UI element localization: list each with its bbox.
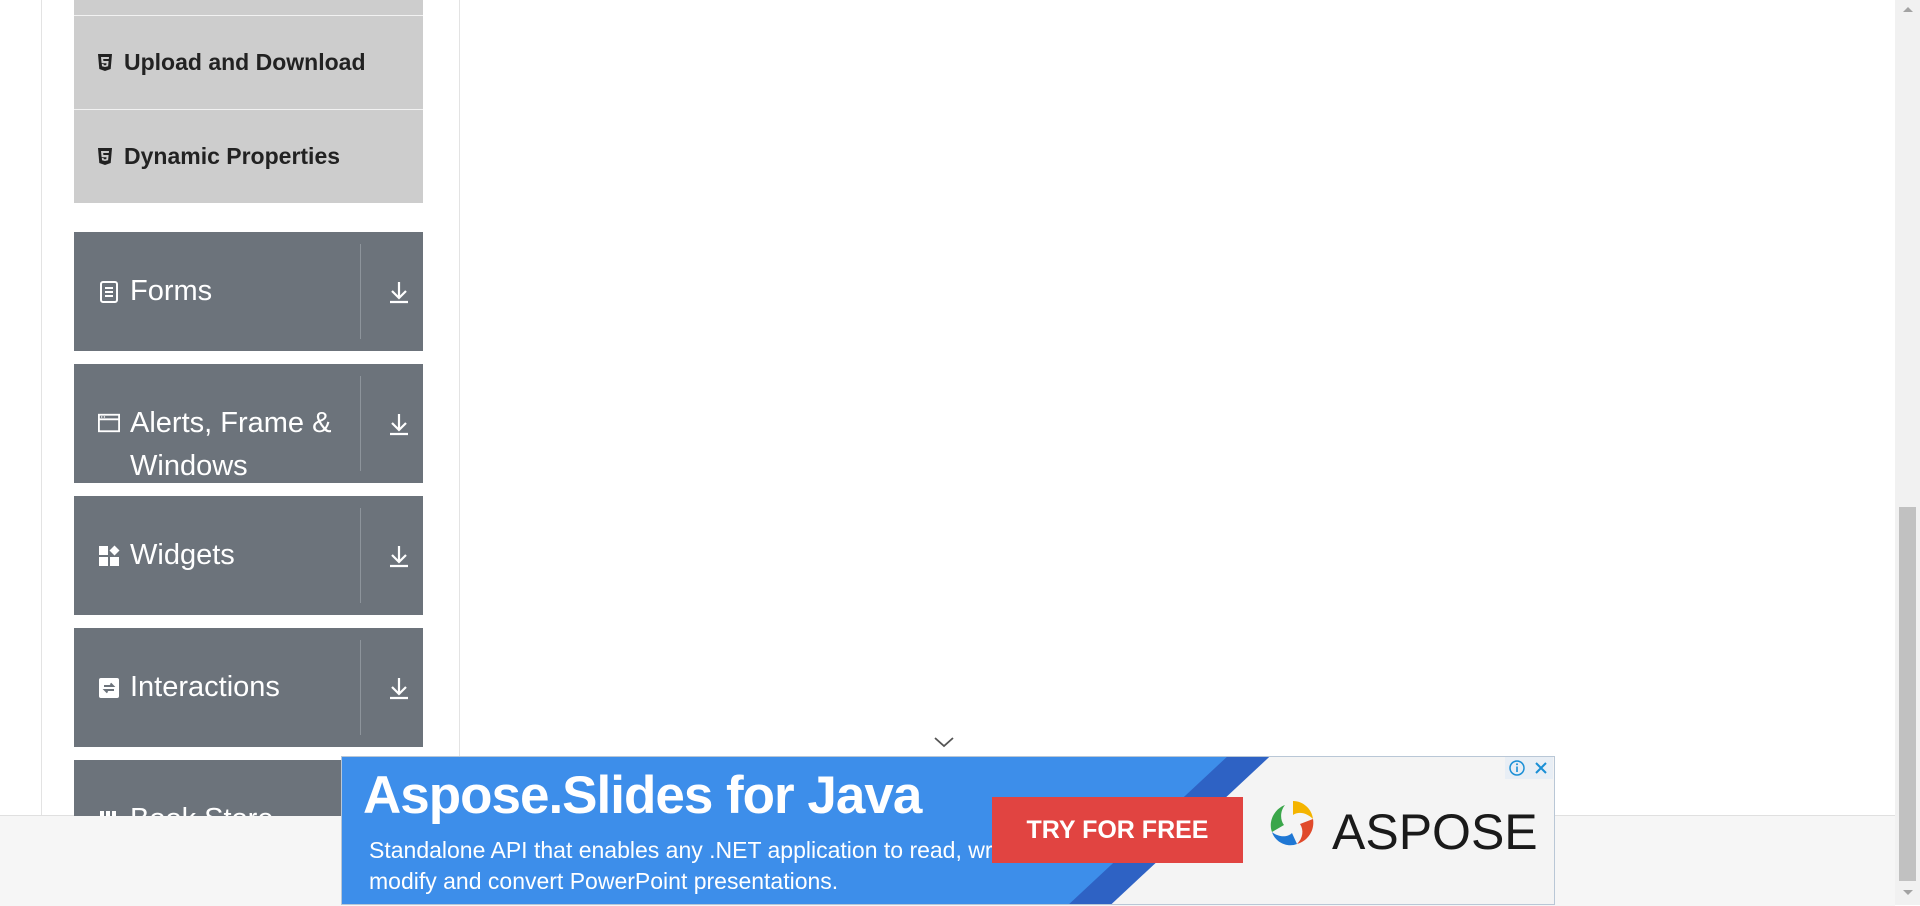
browser-window-icon: [98, 412, 120, 434]
expand-download-icon[interactable]: [374, 232, 423, 351]
ad-info-icon[interactable]: [1505, 757, 1529, 779]
scroll-up-arrow-icon[interactable]: [1899, 0, 1916, 17]
group-label: Widgets: [130, 539, 235, 571]
group-label: Forms: [130, 275, 213, 307]
aspose-logo-icon: [1265, 795, 1321, 857]
ad-brand: ASPOSE: [1332, 804, 1538, 860]
scroll-down-arrow-icon[interactable]: [1899, 884, 1916, 901]
form-document-icon: [98, 280, 120, 303]
book-store-icon: [98, 808, 120, 816]
submenu-item-upload-download[interactable]: Upload and Download: [74, 15, 423, 109]
ad-description: Standalone API that enables any .NET app…: [369, 837, 1024, 894]
group-interactions[interactable]: Interactions: [74, 628, 423, 747]
widgets-icon: [98, 545, 120, 567]
expand-download-icon[interactable]: [374, 496, 423, 615]
ad-title: Aspose.Slides for Java: [363, 766, 922, 825]
submenu-item-label: Upload and Download: [124, 49, 366, 75]
submenu-item-dynamic-properties[interactable]: Dynamic Properties: [74, 109, 423, 203]
group-divider: [360, 640, 361, 735]
interactions-icon: [98, 677, 120, 699]
group-label: Interactions: [130, 671, 280, 703]
group-forms[interactable]: Forms: [74, 232, 423, 351]
expand-download-icon[interactable]: [374, 628, 423, 747]
scrollbar-thumb[interactable]: [1899, 507, 1916, 881]
left-column-border: [41, 0, 42, 816]
group-label: Alerts, Frame & Windows: [130, 407, 332, 482]
group-divider: [360, 244, 361, 339]
right-column-border: [459, 0, 460, 816]
submenu-item-label: Dynamic Properties: [124, 143, 341, 169]
group-widgets[interactable]: Widgets: [74, 496, 423, 615]
group-alerts-frame-windows[interactable]: Alerts, Frame & Windows: [74, 364, 423, 483]
html5-icon: [96, 147, 114, 167]
ad-collapse-chevron-icon[interactable]: [930, 734, 958, 750]
group-divider: [360, 376, 361, 471]
html5-icon: [96, 53, 114, 73]
ad-banner[interactable]: Aspose.Slides for Java Standalone API th…: [341, 756, 1555, 905]
ad-close-icon[interactable]: [1529, 757, 1553, 779]
element-submenu: Upload and Download Dynamic Properties: [74, 0, 423, 203]
ad-try-for-free-button[interactable]: TRY FOR FREE: [992, 797, 1243, 863]
group-divider: [360, 508, 361, 603]
group-label: Book Store Application: [130, 798, 343, 816]
expand-download-icon[interactable]: [374, 364, 423, 483]
submenu-item-partial[interactable]: [74, 0, 423, 15]
